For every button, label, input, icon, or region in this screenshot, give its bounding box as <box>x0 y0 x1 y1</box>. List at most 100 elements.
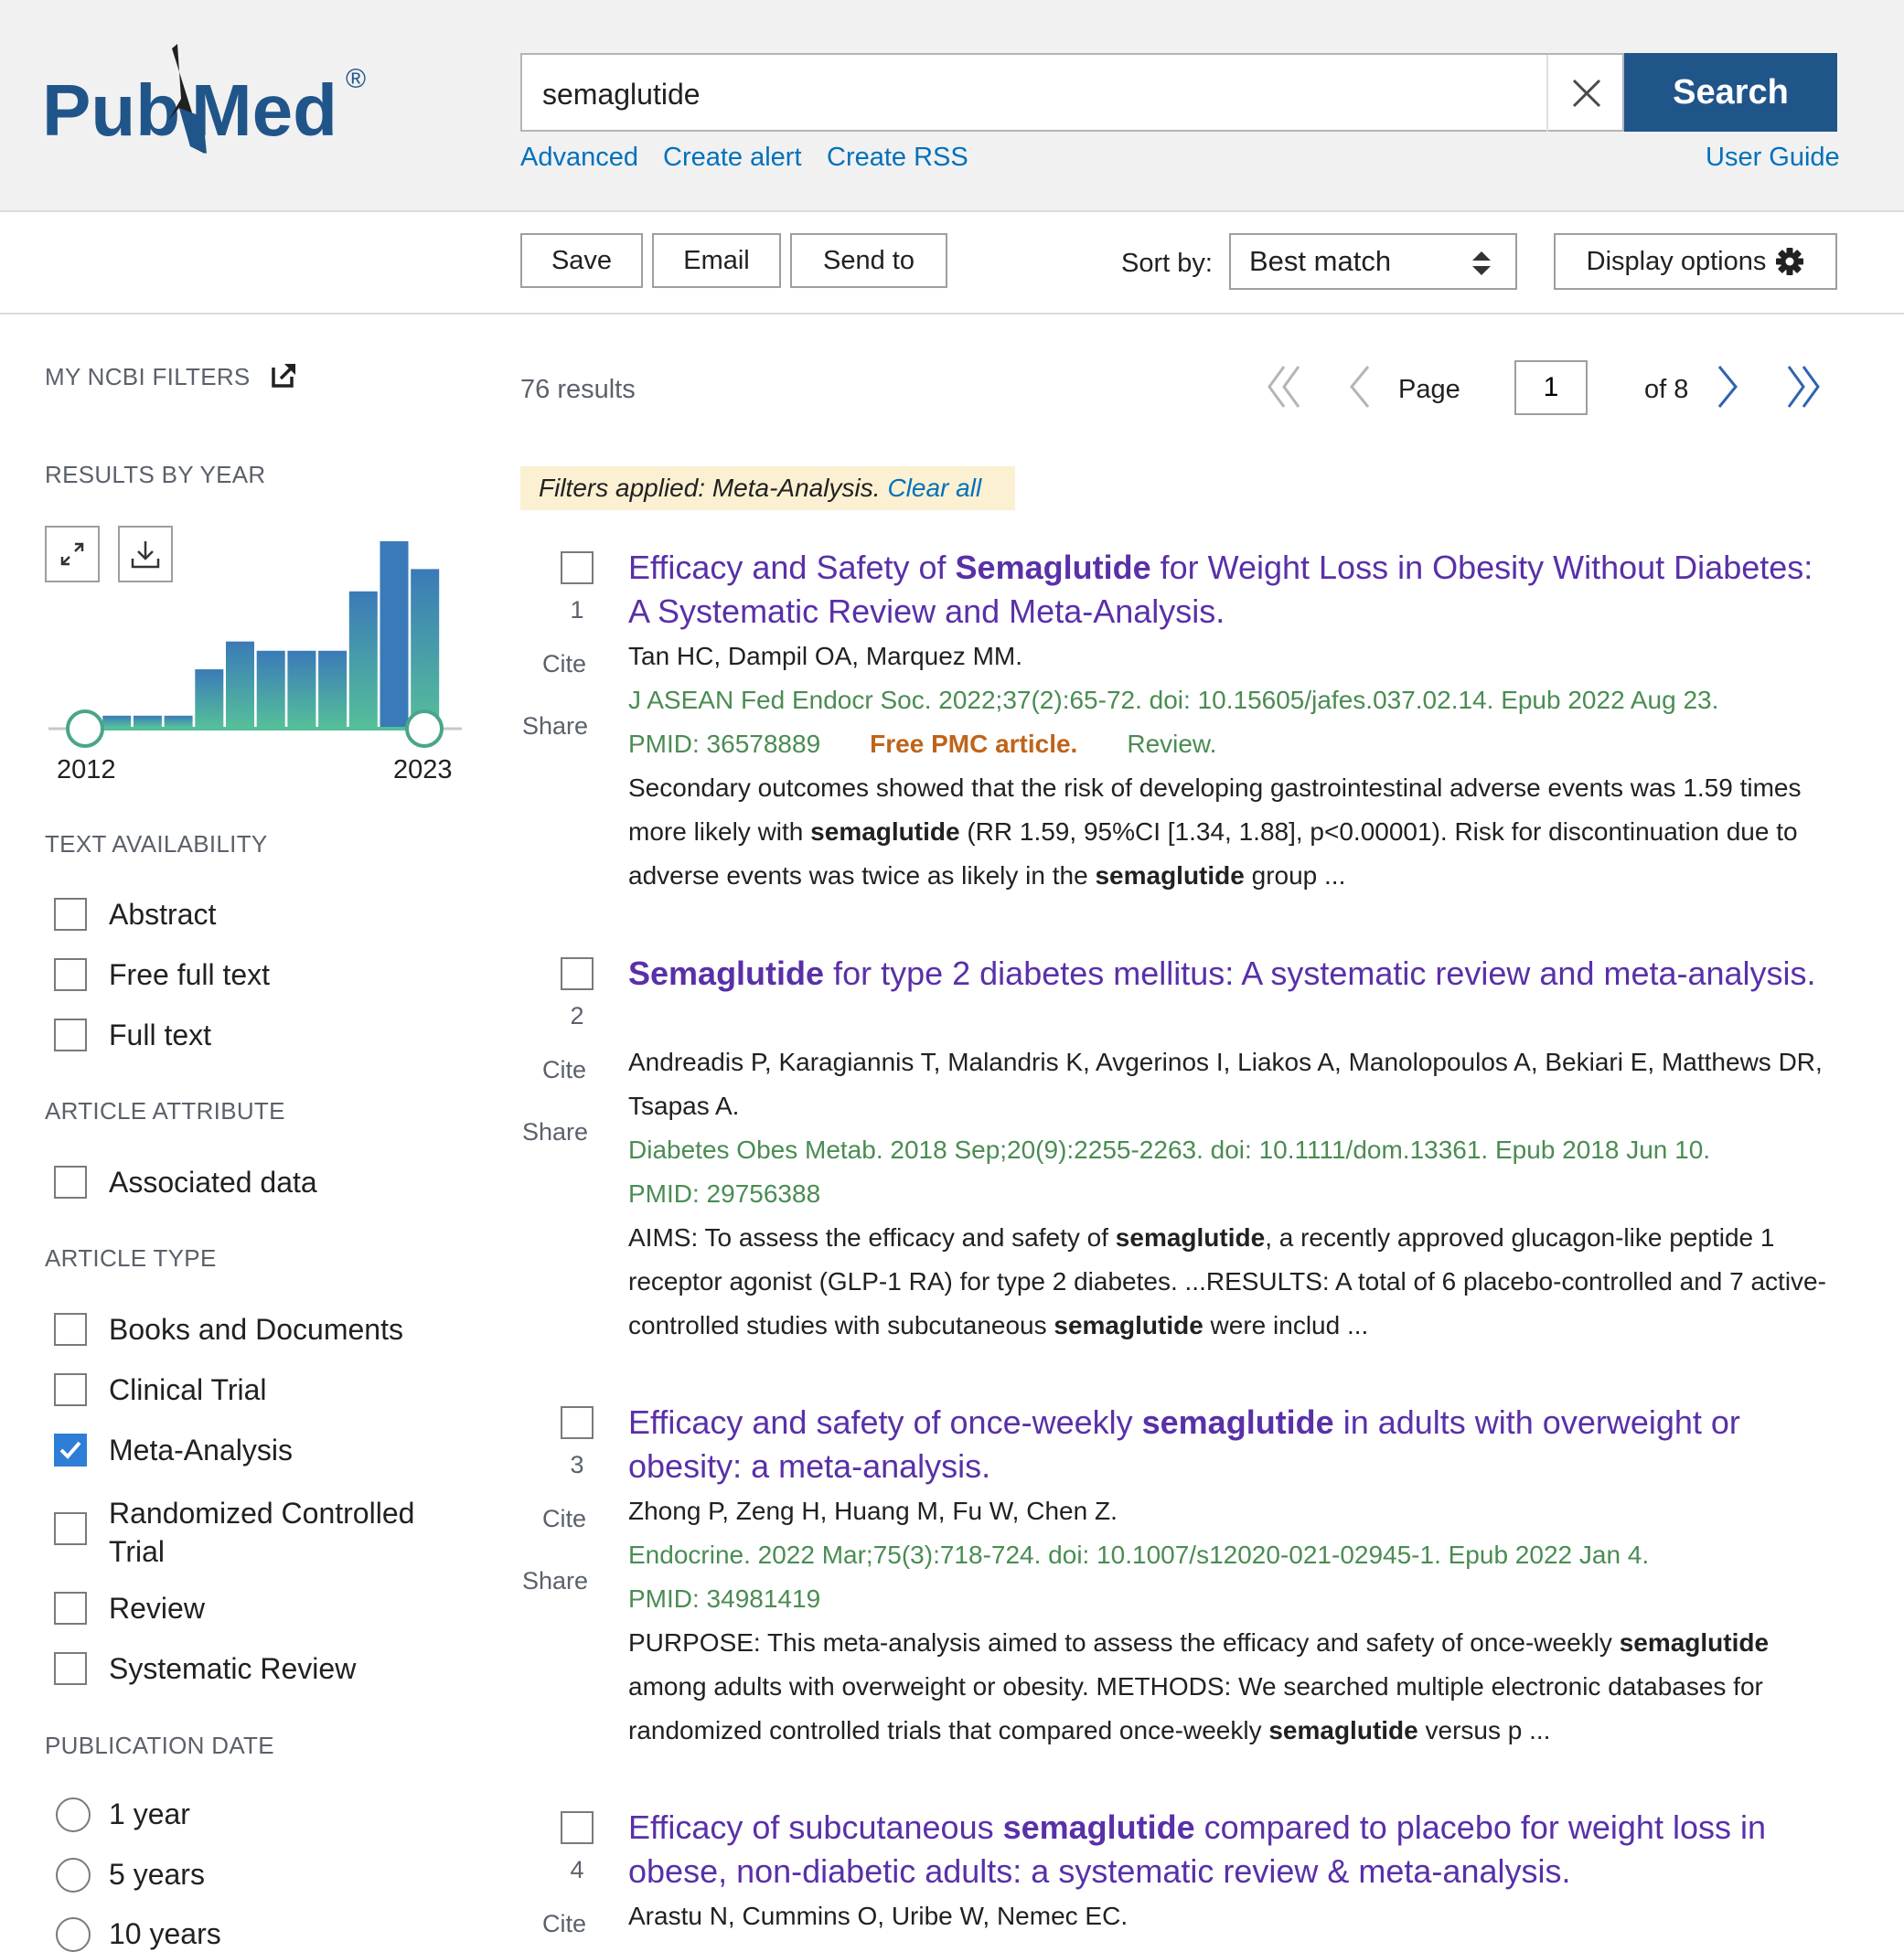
result-title-link[interactable]: Efficacy and Safety of Semaglutide for W… <box>628 546 1835 634</box>
one-year-radio[interactable] <box>56 1797 91 1832</box>
year-bar-2018[interactable] <box>256 650 285 727</box>
result-authors: Zhong P, Zeng H, Huang M, Fu W, Chen Z. <box>628 1497 1118 1525</box>
randomized-controlled-trial-label: Randomized Controlled Trial <box>109 1494 414 1571</box>
year-bar-2019[interactable] <box>287 650 316 727</box>
cite-button[interactable]: Cite <box>542 1056 586 1084</box>
create-alert-link[interactable]: Create alert <box>663 143 802 173</box>
year-bar-2013[interactable] <box>102 715 132 727</box>
result-title-link[interactable]: Efficacy of subcutaneous semaglutide com… <box>628 1806 1835 1893</box>
cite-button[interactable]: Cite <box>542 1505 586 1533</box>
cite-button[interactable]: Cite <box>542 650 586 678</box>
text-segment: for type 2 diabetes mellitus: A systemat… <box>824 955 1816 992</box>
previous-page-icon[interactable] <box>1346 361 1374 412</box>
search-button[interactable]: Search <box>1624 53 1837 132</box>
abstract-checkbox[interactable] <box>54 898 87 931</box>
search-term-highlight: Semaglutide <box>955 549 1151 586</box>
result-select-checkbox[interactable] <box>561 1406 594 1439</box>
result-title-link[interactable]: Efficacy and safety of once-weekly semag… <box>628 1401 1835 1488</box>
share-button[interactable]: Share <box>522 1567 588 1595</box>
article-type-heading: ARTICLE TYPE <box>45 1244 217 1272</box>
year-bar-2014[interactable] <box>133 715 162 727</box>
search-input[interactable] <box>540 68 1495 121</box>
randomized-controlled-trial-checkbox[interactable] <box>54 1512 87 1545</box>
one-year-label: 1 year <box>109 1797 190 1830</box>
results-by-year-chart[interactable] <box>45 530 465 750</box>
full-text-checkbox[interactable] <box>54 1019 87 1051</box>
year-bar-2022[interactable] <box>380 541 409 727</box>
year-range-end-handle[interactable] <box>405 709 444 748</box>
cite-button[interactable]: Cite <box>542 1910 586 1938</box>
share-button[interactable]: Share <box>522 712 588 741</box>
ten-years-radio[interactable] <box>56 1917 91 1952</box>
create-rss-link[interactable]: Create RSS <box>827 143 968 173</box>
text-segment: AIMS: To assess the efficacy and safety … <box>628 1223 1116 1252</box>
rct-label-line1: Randomized Controlled <box>109 1497 415 1530</box>
year-bar-2015[interactable] <box>164 715 193 727</box>
result-select-checkbox[interactable] <box>561 1811 594 1844</box>
result-citation: J ASEAN Fed Endocr Soc. 2022;37(2):65-72… <box>628 686 1719 714</box>
associated-data-label: Associated data <box>109 1166 317 1199</box>
logo-text-right: Med <box>191 69 337 151</box>
result-snippet: Secondary outcomes showed that the risk … <box>628 766 1831 898</box>
text-availability-heading: TEXT AVAILABILITY <box>45 830 268 858</box>
pubmed-logo-graphic: Pub Med ® <box>42 44 366 154</box>
review-checkbox[interactable] <box>54 1592 87 1625</box>
result-select-checkbox[interactable] <box>561 551 594 584</box>
result-select-checkbox[interactable] <box>561 957 594 990</box>
save-button[interactable]: Save <box>520 233 643 288</box>
page-label: Page <box>1398 375 1460 404</box>
systematic-review-checkbox[interactable] <box>54 1652 87 1685</box>
free-pmc-article-badge[interactable]: Free PMC article. <box>870 722 1077 766</box>
year-bar-2020[interactable] <box>318 650 348 727</box>
free-full-text-checkbox[interactable] <box>54 958 87 991</box>
gear-icon <box>1776 248 1804 275</box>
year-bar-2016[interactable] <box>195 669 224 727</box>
review-label: Review <box>109 1592 205 1625</box>
pubmed-logo[interactable]: Pub Med ® <box>42 44 390 163</box>
result-authors: Tan HC, Dampil OA, Marquez MM. <box>628 642 1022 670</box>
search-term-highlight: semaglutide <box>1115 1223 1266 1252</box>
result-title-link[interactable]: Semaglutide for type 2 diabetes mellitus… <box>628 952 1835 996</box>
abstract-label: Abstract <box>109 898 217 931</box>
year-start-label: 2012 <box>57 755 116 784</box>
full-text-label: Full text <box>109 1019 212 1051</box>
next-page-icon[interactable] <box>1714 361 1741 412</box>
clinical-trial-checkbox[interactable] <box>54 1373 87 1406</box>
search-term-highlight: semaglutide <box>1619 1628 1770 1657</box>
year-end-label: 2023 <box>393 755 453 784</box>
text-segment: among adults with overweight or obesity.… <box>628 1672 1763 1744</box>
first-page-icon[interactable] <box>1266 361 1304 412</box>
clear-all-filters-link[interactable]: Clear all <box>887 474 981 503</box>
display-options-button[interactable]: Display options <box>1554 233 1837 290</box>
send-to-button[interactable]: Send to <box>790 233 947 288</box>
last-page-icon[interactable] <box>1783 361 1822 412</box>
logo-registered: ® <box>346 64 366 94</box>
clear-search-button[interactable] <box>1546 55 1625 132</box>
result-authors: Andreadis P, Karagiannis T, Malandris K,… <box>628 1048 1823 1120</box>
sort-by-select[interactable]: Best match <box>1229 233 1517 290</box>
logo-text-left: Pub <box>42 69 180 151</box>
five-years-radio[interactable] <box>56 1858 91 1893</box>
rct-label-line2: Trial <box>109 1535 166 1568</box>
result-number: 2 <box>570 1002 584 1029</box>
meta-analysis-checkbox[interactable] <box>54 1434 87 1467</box>
search-term-highlight: semaglutide <box>810 817 960 846</box>
year-bar-2021[interactable] <box>348 591 378 727</box>
user-guide-link[interactable]: User Guide <box>1706 143 1840 173</box>
share-button[interactable]: Share <box>522 1118 588 1147</box>
my-ncbi-filters-link[interactable]: MY NCBI FILTERS <box>45 362 297 391</box>
year-bar-2023[interactable] <box>411 569 440 727</box>
advanced-link[interactable]: Advanced <box>520 143 638 173</box>
search-term-highlight: semaglutide <box>1054 1311 1203 1339</box>
books-and-documents-checkbox[interactable] <box>54 1313 87 1346</box>
five-years-label: 5 years <box>109 1858 205 1891</box>
year-range-start-handle[interactable] <box>66 709 104 748</box>
year-bar-2017[interactable] <box>226 641 254 727</box>
search-term-highlight: semaglutide <box>1141 1403 1334 1441</box>
associated-data-checkbox[interactable] <box>54 1166 87 1199</box>
page-number-input[interactable] <box>1514 360 1588 415</box>
text-segment: Efficacy of subcutaneous <box>628 1808 1003 1846</box>
email-button[interactable]: Email <box>652 233 781 288</box>
clinical-trial-label: Clinical Trial <box>109 1373 267 1406</box>
result-meta: PMID: 29756388 <box>628 1172 820 1216</box>
